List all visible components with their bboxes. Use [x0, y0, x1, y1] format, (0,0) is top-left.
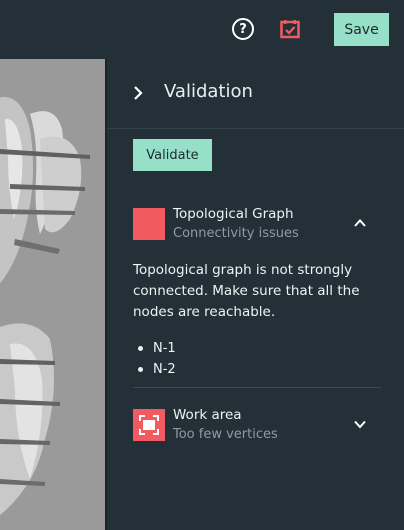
bounding-box-icon — [139, 415, 159, 435]
chevron-right-icon[interactable] — [132, 85, 144, 101]
issue-subtitle: Connectivity issues — [173, 226, 299, 241]
top-toolbar: ? Save — [0, 0, 404, 59]
panel-header: Validation — [107, 59, 404, 129]
chevron-up-icon[interactable] — [353, 216, 367, 230]
chevron-down-icon[interactable] — [353, 417, 367, 431]
list-item: N-1 — [133, 338, 383, 359]
validation-checkbox-icon[interactable] — [280, 19, 300, 39]
issue-divider — [133, 387, 381, 388]
issue-header[interactable]: Topological Graph Connectivity issues — [133, 206, 381, 252]
list-item: N-2 — [133, 359, 383, 380]
node-label: N-2 — [153, 362, 176, 377]
bullet-icon — [138, 367, 143, 372]
panel-title: Validation — [164, 81, 253, 102]
validation-panel: Validation Validate Topological Graph Co… — [107, 59, 404, 530]
node-label: N-1 — [153, 341, 176, 356]
map-canvas[interactable] — [0, 59, 105, 530]
issue-subtitle: Too few vertices — [173, 427, 278, 442]
work-area-icon — [133, 409, 165, 441]
bullet-icon — [138, 346, 143, 351]
issue-topological-graph[interactable]: Topological Graph Connectivity issues — [133, 206, 381, 252]
occupancy-map-image — [0, 59, 105, 530]
issue-work-area[interactable]: Work area Too few vertices — [133, 407, 381, 453]
validate-button[interactable]: Validate — [133, 139, 212, 171]
issue-title: Work area — [173, 407, 242, 423]
unreachable-node-list: N-1 N-2 — [133, 338, 383, 380]
issue-title: Topological Graph — [173, 206, 294, 222]
question-circle-icon: ? — [239, 21, 247, 37]
help-button[interactable]: ? — [232, 18, 254, 40]
issue-header[interactable]: Work area Too few vertices — [133, 407, 381, 453]
error-swatch-icon — [133, 208, 165, 240]
issue-description: Topological graph is not strongly connec… — [133, 262, 360, 320]
save-button[interactable]: Save — [334, 13, 389, 46]
